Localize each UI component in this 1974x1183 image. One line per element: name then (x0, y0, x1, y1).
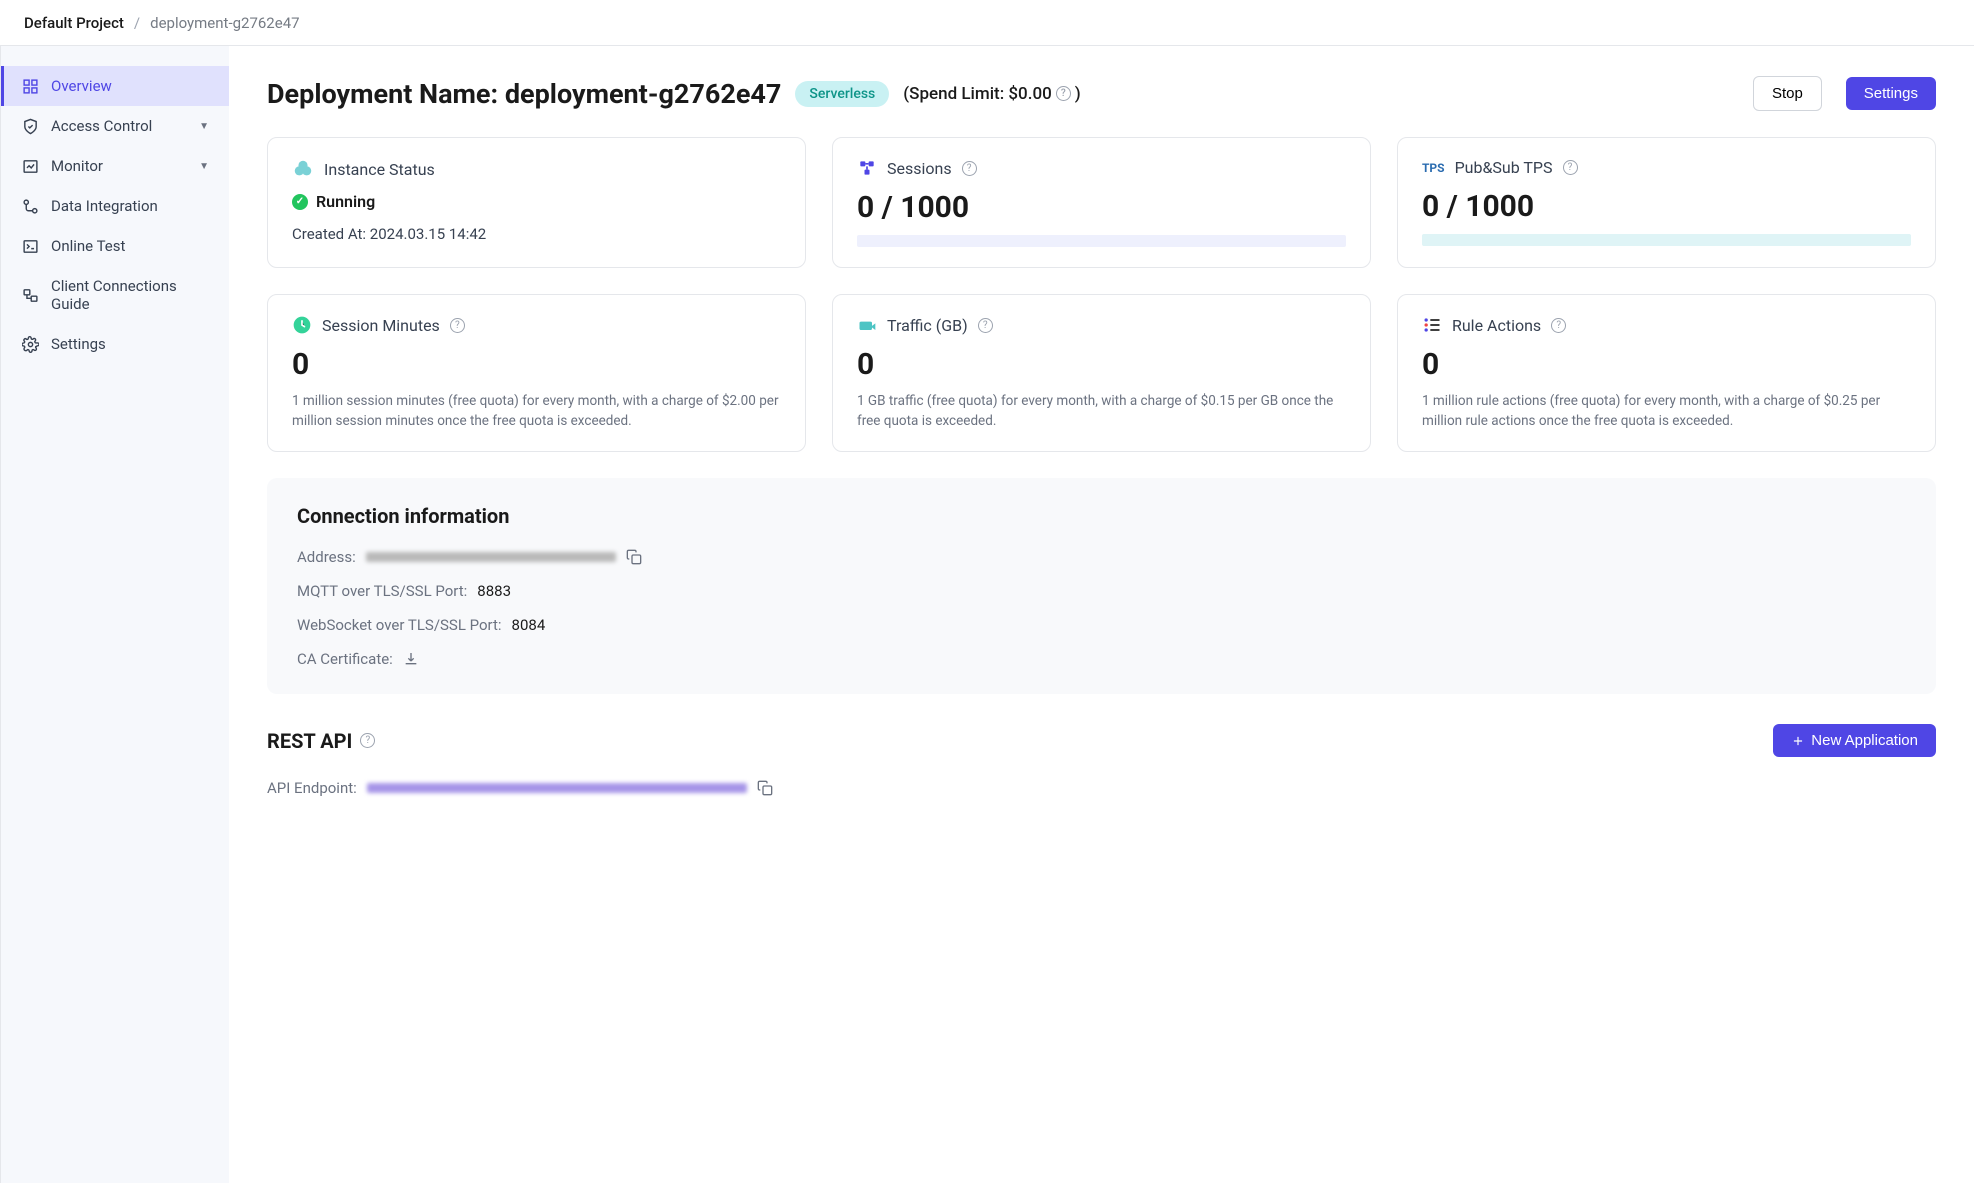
mqtt-label: MQTT over TLS/SSL Port: (297, 582, 467, 600)
sidebar-item-label: Client Connections Guide (51, 277, 209, 313)
ws-port-row: WebSocket over TLS/SSL Port: 8084 (297, 616, 1906, 634)
breadcrumb-separator: / (134, 14, 140, 32)
help-icon[interactable]: ? (360, 733, 375, 748)
card-title: Rule Actions (1452, 316, 1541, 335)
mqtt-port: 8883 (477, 582, 511, 600)
help-icon[interactable]: ? (1056, 86, 1071, 101)
breadcrumb-project[interactable]: Default Project (24, 14, 124, 32)
sidebar-item-label: Monitor (51, 157, 187, 175)
ws-label: WebSocket over TLS/SSL Port: (297, 616, 502, 634)
tps-bar (1422, 234, 1911, 246)
endpoint-value-redacted (367, 783, 747, 793)
terminal-icon (21, 237, 39, 255)
sessions-card: Sessions ? 0 / 1000 (832, 137, 1371, 268)
sidebar-item-online-test[interactable]: Online Test (1, 226, 229, 266)
sidebar-item-label: Online Test (51, 237, 209, 255)
sidebar-item-label: Data Integration (51, 197, 209, 215)
flow-icon (21, 197, 39, 215)
sidebar-item-data-integration[interactable]: Data Integration (1, 186, 229, 226)
sidebar-item-label: Access Control (51, 117, 187, 135)
minutes-desc: 1 million session minutes (free quota) f… (292, 392, 781, 431)
deployment-type-badge: Serverless (795, 81, 889, 107)
ca-cert-row: CA Certificate: (297, 650, 1906, 668)
sessions-bar (857, 235, 1346, 247)
rule-actions-card: Rule Actions ? 0 1 million rule actions … (1397, 294, 1936, 452)
gear-icon (21, 335, 39, 353)
help-icon[interactable]: ? (978, 318, 993, 333)
created-at: Created At: 2024.03.15 14:42 (292, 225, 781, 243)
traffic-desc: 1 GB traffic (free quota) for every mont… (857, 392, 1346, 431)
status-value: Running (316, 192, 375, 211)
chart-icon (21, 157, 39, 175)
settings-button[interactable]: Settings (1846, 77, 1936, 110)
tps-value: 0 / 1000 (1422, 189, 1911, 224)
rules-value: 0 (1422, 347, 1911, 382)
card-title: Pub&Sub TPS (1455, 158, 1553, 177)
address-value-redacted (366, 552, 616, 562)
topbar: Default Project / deployment-g2762e47 (0, 0, 1974, 46)
ca-label: CA Certificate: (297, 650, 393, 668)
session-minutes-card: Session Minutes ? 0 1 million session mi… (267, 294, 806, 452)
help-icon[interactable]: ? (962, 161, 977, 176)
copy-icon[interactable] (626, 549, 642, 565)
list-icon (1422, 315, 1442, 335)
chevron-down-icon: ▼ (199, 121, 209, 132)
page-title: Deployment Name: deployment-g2762e47 (267, 78, 781, 110)
new-application-button[interactable]: New Application (1773, 724, 1936, 757)
help-icon[interactable]: ? (1551, 318, 1566, 333)
copy-icon[interactable] (757, 780, 773, 796)
help-icon[interactable]: ? (450, 318, 465, 333)
breadcrumb: Default Project / deployment-g2762e47 (24, 14, 300, 32)
card-title: Traffic (GB) (887, 316, 968, 335)
sidebar-item-overview[interactable]: Overview (1, 66, 229, 106)
card-title: Instance Status (324, 160, 435, 179)
mqtt-port-row: MQTT over TLS/SSL Port: 8883 (297, 582, 1906, 600)
cloud-icon (292, 158, 314, 180)
api-endpoint-row: API Endpoint: (267, 779, 1936, 797)
check-icon: ✓ (292, 194, 308, 210)
traffic-card: Traffic (GB) ? 0 1 GB traffic (free quot… (832, 294, 1371, 452)
help-icon[interactable]: ? (1563, 160, 1578, 175)
minutes-value: 0 (292, 347, 781, 382)
card-title: Session Minutes (322, 316, 440, 335)
rest-api-header: REST API ? New Application (267, 724, 1936, 757)
sessions-icon (857, 158, 877, 178)
sidebar-item-label: Overview (51, 77, 209, 95)
sidebar-item-label: Settings (51, 335, 209, 353)
tps-card: TPS Pub&Sub TPS ? 0 / 1000 (1397, 137, 1936, 268)
ws-port: 8084 (512, 616, 546, 634)
instance-status-card: Instance Status ✓ Running Created At: 20… (267, 137, 806, 268)
traffic-icon (857, 315, 877, 335)
connection-section: Connection information Address: MQTT ove… (267, 478, 1936, 694)
rules-desc: 1 million rule actions (free quota) for … (1422, 392, 1911, 431)
main-content: Deployment Name: deployment-g2762e47 Ser… (229, 46, 1974, 1183)
connections-icon (21, 286, 39, 304)
sessions-value: 0 / 1000 (857, 190, 1346, 225)
sidebar-item-client-connections[interactable]: Client Connections Guide (1, 266, 229, 324)
tps-icon: TPS (1422, 161, 1445, 175)
sidebar-item-access-control[interactable]: Access Control ▼ (1, 106, 229, 146)
endpoint-label: API Endpoint: (267, 779, 357, 797)
card-title: Sessions (887, 159, 952, 178)
page-header: Deployment Name: deployment-g2762e47 Ser… (267, 76, 1936, 111)
shield-icon (21, 117, 39, 135)
spend-limit: (Spend Limit: $0.00 ? ) (903, 84, 1080, 104)
address-row: Address: (297, 548, 1906, 566)
chevron-down-icon: ▼ (199, 161, 209, 172)
rest-api-heading: REST API (267, 729, 352, 753)
sidebar-item-settings[interactable]: Settings (1, 324, 229, 364)
sidebar-item-monitor[interactable]: Monitor ▼ (1, 146, 229, 186)
sidebar: Overview Access Control ▼ Monitor ▼ Data… (1, 46, 229, 1183)
plus-icon (1791, 734, 1805, 748)
breadcrumb-current: deployment-g2762e47 (150, 14, 299, 32)
address-label: Address: (297, 548, 356, 566)
clock-icon (292, 315, 312, 335)
grid-icon (21, 77, 39, 95)
connection-heading: Connection information (297, 504, 1906, 528)
download-icon[interactable] (403, 651, 419, 667)
stop-button[interactable]: Stop (1753, 76, 1822, 111)
traffic-value: 0 (857, 347, 1346, 382)
